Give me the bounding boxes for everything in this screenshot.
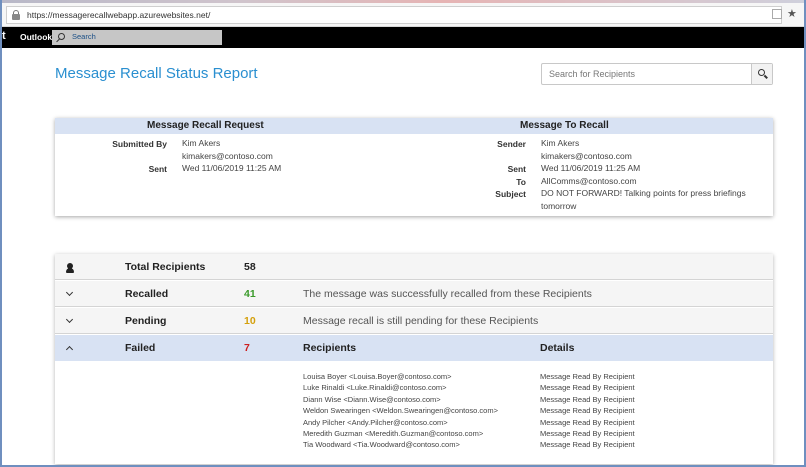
recall-status-table: Total Recipients 58 Recalled 41 The mess… <box>55 254 773 464</box>
submitted-by-label: Submitted By <box>112 139 167 149</box>
failed-recipient-item: Meredith Guzman <Meredith.Guzman@contoso… <box>303 429 484 439</box>
chevron-up-icon[interactable] <box>65 345 74 354</box>
recalled-row[interactable]: Recalled 41 The message was successfully… <box>55 281 773 307</box>
failed-label: Failed <box>125 342 156 354</box>
magnifier-icon <box>758 69 765 76</box>
details-column-header: Details <box>540 342 575 354</box>
outlook-search-box[interactable]: Search <box>52 30 222 45</box>
total-recipients-count: 58 <box>244 261 256 273</box>
to-label: To <box>516 176 526 187</box>
sender-email: kimakers@contoso.com <box>541 150 632 161</box>
failed-recipient-item: Luke Rinaldi <Luke.Rinaldi@contoso.com> <box>303 383 447 393</box>
failed-details-list: Message Read By Recipient Message Read By… <box>540 371 635 451</box>
failed-recipient-item: Tia Woodward <Tia.Woodward@contoso.com> <box>303 440 460 450</box>
recalled-description: The message was successfully recalled fr… <box>303 288 592 300</box>
url-field[interactable]: https://messagerecallwebapp.azurewebsite… <box>6 6 782 24</box>
recalled-count: 41 <box>244 288 256 300</box>
page-view-icon[interactable] <box>772 9 782 19</box>
card-header: Message Recall Request Message To Recall <box>55 118 773 134</box>
failed-detail-item: Message Read By Recipient <box>540 372 635 381</box>
window-top-edge <box>0 0 806 3</box>
pending-description: Message recall is still pending for thes… <box>303 315 539 327</box>
failed-detail-item: Message Read By Recipient <box>540 429 635 439</box>
subject-line-2: tomorrow <box>541 200 577 211</box>
sender-name: Kim Akers <box>541 138 580 148</box>
search-icon <box>58 33 65 40</box>
subject-label: Subject <box>495 189 526 199</box>
lock-icon <box>12 10 20 20</box>
failed-recipient-item: Diann Wise <Diann.Wise@contoso.com> <box>303 394 441 404</box>
failed-row[interactable]: Failed 7 Recipients Details <box>55 335 773 361</box>
favorite-star-icon[interactable]: ★ <box>787 8 797 20</box>
recalled-label: Recalled <box>125 288 169 300</box>
failed-recipients-list: Louisa Boyer <Louisa.Boyer@contoso.com> L… <box>303 371 498 451</box>
app-launcher-letter[interactable]: t <box>2 30 6 42</box>
outlook-search-label: Search <box>72 32 96 41</box>
pending-row[interactable]: Pending 10 Message recall is still pendi… <box>55 308 773 334</box>
request-sent-value: Wed 11/06/2019 11:25 AM <box>182 163 282 173</box>
browser-address-bar: https://messagerecallwebapp.azurewebsite… <box>2 3 804 27</box>
message-to-recall-heading: Message To Recall <box>520 120 609 131</box>
failed-detail-item: Message Read By Recipient <box>540 406 635 416</box>
person-icon <box>66 263 74 273</box>
recipients-column-header: Recipients <box>303 342 357 354</box>
chevron-down-icon[interactable] <box>65 315 74 324</box>
failed-detail-item: Message Read By Recipient <box>540 383 635 393</box>
failed-detail-item: Message Read By Recipient <box>540 394 635 404</box>
request-sent-label: Sent <box>148 164 167 174</box>
recipient-search <box>541 63 773 85</box>
pending-count: 10 <box>244 315 256 327</box>
recall-request-heading: Message Recall Request <box>147 120 264 131</box>
message-sent-label: Sent <box>507 164 526 174</box>
total-recipients-row: Total Recipients 58 <box>55 254 773 280</box>
recipient-search-button[interactable] <box>751 64 772 84</box>
failed-detail-item: Message Read By Recipient <box>540 440 635 450</box>
total-recipients-label: Total Recipients <box>125 261 206 273</box>
submitted-by-name: Kim Akers <box>182 138 221 148</box>
outlook-app-name[interactable]: Outlook <box>20 32 52 42</box>
recipient-search-input[interactable] <box>542 64 752 84</box>
failed-detail-item: Message Read By Recipient <box>540 417 635 427</box>
url-text[interactable]: https://messagerecallwebapp.azurewebsite… <box>27 9 210 21</box>
failed-recipient-item: Weldon Swearingen <Weldon.Swearingen@con… <box>303 406 498 416</box>
chevron-down-icon[interactable] <box>65 288 74 297</box>
failed-count: 7 <box>244 342 250 354</box>
submitted-by-email: kimakers@contoso.com <box>182 150 273 161</box>
pending-label: Pending <box>125 315 167 327</box>
page-title: Message Recall Status Report <box>55 65 258 82</box>
failed-recipient-item: Andy Pilcher <Andy.Pilcher@contoso.com> <box>303 417 448 427</box>
to-value: AllComms@contoso.com <box>541 175 637 186</box>
sender-label: Sender <box>497 139 526 149</box>
message-sent-value: Wed 11/06/2019 11:25 AM <box>541 163 641 173</box>
failed-recipient-item: Louisa Boyer <Louisa.Boyer@contoso.com> <box>303 372 452 381</box>
message-details-card: Message Recall Request Message To Recall… <box>55 118 773 216</box>
outlook-header-bar: t Outlook Search <box>2 27 804 48</box>
subject-line-1: DO NOT FORWARD! Talking points for press… <box>541 188 746 198</box>
